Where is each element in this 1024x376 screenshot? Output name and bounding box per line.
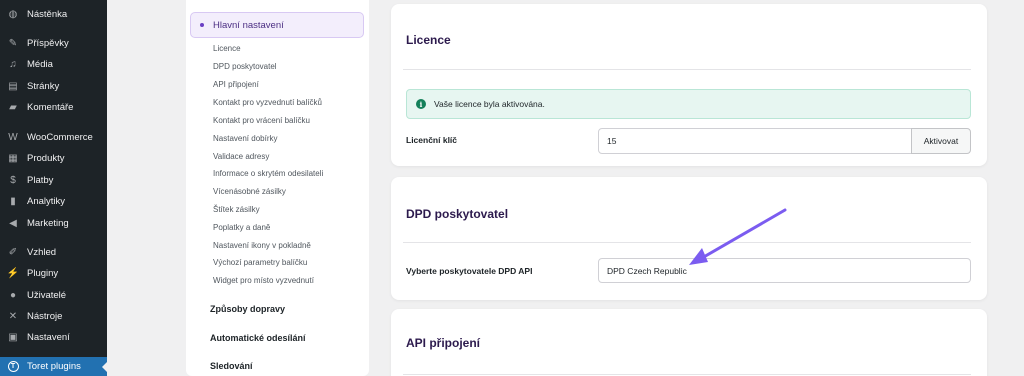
menu-label: Analytiky: [27, 195, 66, 207]
menu-label: Stránky: [27, 80, 60, 92]
licence-key-label: Licenční klíč: [406, 135, 458, 145]
menu-label: Pluginy: [27, 267, 59, 279]
bullet-icon: [200, 23, 204, 27]
subnav-group-tracking[interactable]: Sledování: [210, 361, 253, 371]
divider: [403, 69, 971, 70]
pin-icon: ✎: [8, 37, 18, 49]
menu-item-products[interactable]: ▦ Produkty: [0, 148, 107, 168]
menu-item-comments[interactable]: ▰ Komentáře: [0, 97, 107, 117]
dashboard-icon: ◍: [8, 8, 18, 20]
subnav-link-return-contact[interactable]: Kontakt pro vrácení balíčku: [213, 116, 310, 125]
menu-item-pages[interactable]: ▤ Stránky: [0, 76, 107, 96]
subnav-link-label[interactable]: Štítek zásilky: [213, 205, 260, 214]
menu-item-media[interactable]: ♫ Média: [0, 54, 107, 74]
subnav-link-multi-parcel[interactable]: Vícenásobné zásilky: [213, 187, 286, 196]
licence-title: Licence: [406, 33, 451, 47]
menu-item-settings[interactable]: ▣ Nastavení: [0, 327, 107, 347]
subnav-link-pickup-contact[interactable]: Kontakt pro vyzvednutí balíčků: [213, 98, 322, 107]
menu-label: Platby: [27, 174, 54, 186]
menu-label: Příspěvky: [27, 37, 69, 49]
subnav-link-dpd-provider[interactable]: DPD poskytovatel: [213, 62, 277, 71]
wp-admin-sidebar: ◍ Nástěnka ✎ Příspěvky ♫ Média ▤ Stránky ▰ Ko…: [0, 0, 107, 376]
pages-icon: ▤: [8, 80, 18, 92]
products-icon: ▦: [8, 152, 18, 164]
api-connection-card: API připojení: [391, 309, 987, 376]
settings-subnav: Hlavní nastavení Licence DPD poskytovate…: [186, 0, 369, 376]
subnav-link-cod-settings[interactable]: Nastavení dobírky: [213, 134, 277, 143]
subnav-link-checkout-icon[interactable]: Nastavení ikony v pokladně: [213, 241, 311, 250]
plugin-icon: ⚡: [6, 267, 20, 279]
menu-item-appearance[interactable]: ✐ Vzhled: [0, 242, 107, 262]
menu-label: Marketing: [27, 217, 69, 229]
dpd-provider-card: DPD poskytovatel Vyberte poskytovatele D…: [391, 177, 987, 300]
subnav-header-main-settings[interactable]: Hlavní nastavení: [190, 12, 364, 38]
info-icon: i: [416, 99, 426, 109]
subnav-link-address-validation[interactable]: Validace adresy: [213, 152, 269, 161]
menu-label: Komentáře: [27, 101, 74, 113]
subnav-link-licence[interactable]: Licence: [213, 44, 241, 53]
menu-label: Nástěnka: [27, 8, 68, 20]
subnav-link-pickup-widget[interactable]: Widget pro místo vyzvednutí: [213, 276, 314, 285]
users-icon: ●: [9, 289, 17, 301]
subnav-link-default-params[interactable]: Výchozí parametry balíčku: [213, 258, 307, 267]
menu-label: Produkty: [27, 152, 65, 164]
toret-icon: T: [6, 361, 20, 373]
settings-icon: ▣: [8, 331, 18, 343]
menu-item-users[interactable]: ● Uživatelé: [0, 285, 107, 305]
licence-activated-notice: i Vaše licence byla aktivována.: [406, 89, 971, 119]
subnav-header-label: Hlavní nastavení: [213, 19, 284, 31]
menu-label: Nastavení: [27, 331, 70, 343]
analytics-icon: ▮: [10, 195, 16, 207]
megaphone-icon: ◀: [9, 217, 17, 229]
licence-key-input[interactable]: 15: [598, 128, 912, 154]
menu-item-toret-plugins[interactable]: T Toret plugins: [0, 357, 107, 376]
woocommerce-icon: W: [8, 131, 18, 143]
subnav-link-fees-taxes[interactable]: Poplatky a daně: [213, 223, 270, 232]
licence-card: Licence i Vaše licence byla aktivována. …: [391, 4, 987, 166]
menu-label: Vzhled: [27, 246, 57, 258]
brush-icon: ✐: [8, 246, 18, 258]
subnav-link-api[interactable]: API připojení: [213, 80, 259, 89]
menu-item-dashboard[interactable]: ◍ Nástěnka: [0, 4, 107, 24]
menu-item-tools[interactable]: ✕ Nástroje: [0, 306, 107, 326]
menu-item-analytics[interactable]: ▮ Analytiky: [0, 191, 107, 211]
wrench-icon: ✕: [8, 310, 18, 322]
menu-label: Uživatelé: [27, 289, 67, 301]
menu-label: Média: [27, 58, 53, 70]
activate-button[interactable]: Aktivovat: [911, 128, 971, 154]
divider: [403, 374, 971, 375]
subnav-link-hidden-sender[interactable]: Informace o skrytém odesilateli: [213, 169, 323, 178]
menu-label: Nástroje: [27, 310, 63, 322]
subnav-group-auto-sending[interactable]: Automatické odesílání: [210, 333, 306, 343]
menu-item-marketing[interactable]: ◀ Marketing: [0, 213, 107, 233]
menu-item-posts[interactable]: ✎ Příspěvky: [0, 33, 107, 53]
comment-icon: ▰: [9, 101, 17, 113]
menu-item-plugins[interactable]: ⚡ Pluginy: [0, 263, 107, 283]
dpd-api-select-label: Vyberte poskytovatele DPD API: [406, 266, 533, 276]
menu-label: Toret plugins: [27, 361, 81, 372]
dpd-provider-title: DPD poskytovatel: [406, 207, 509, 221]
subnav-group-shipping-methods[interactable]: Způsoby dopravy: [210, 304, 285, 314]
dpd-api-provider-select[interactable]: DPD Czech Republic: [598, 258, 971, 283]
menu-item-woocommerce[interactable]: W WooCommerce: [0, 127, 107, 147]
divider: [403, 242, 971, 243]
notice-text: Vaše licence byla aktivována.: [434, 99, 545, 109]
payments-icon: $: [10, 174, 16, 186]
api-connection-title: API připojení: [406, 336, 481, 350]
menu-item-payments[interactable]: $ Platby: [0, 170, 107, 190]
media-icon: ♫: [9, 58, 17, 70]
menu-label: WooCommerce: [27, 131, 93, 143]
